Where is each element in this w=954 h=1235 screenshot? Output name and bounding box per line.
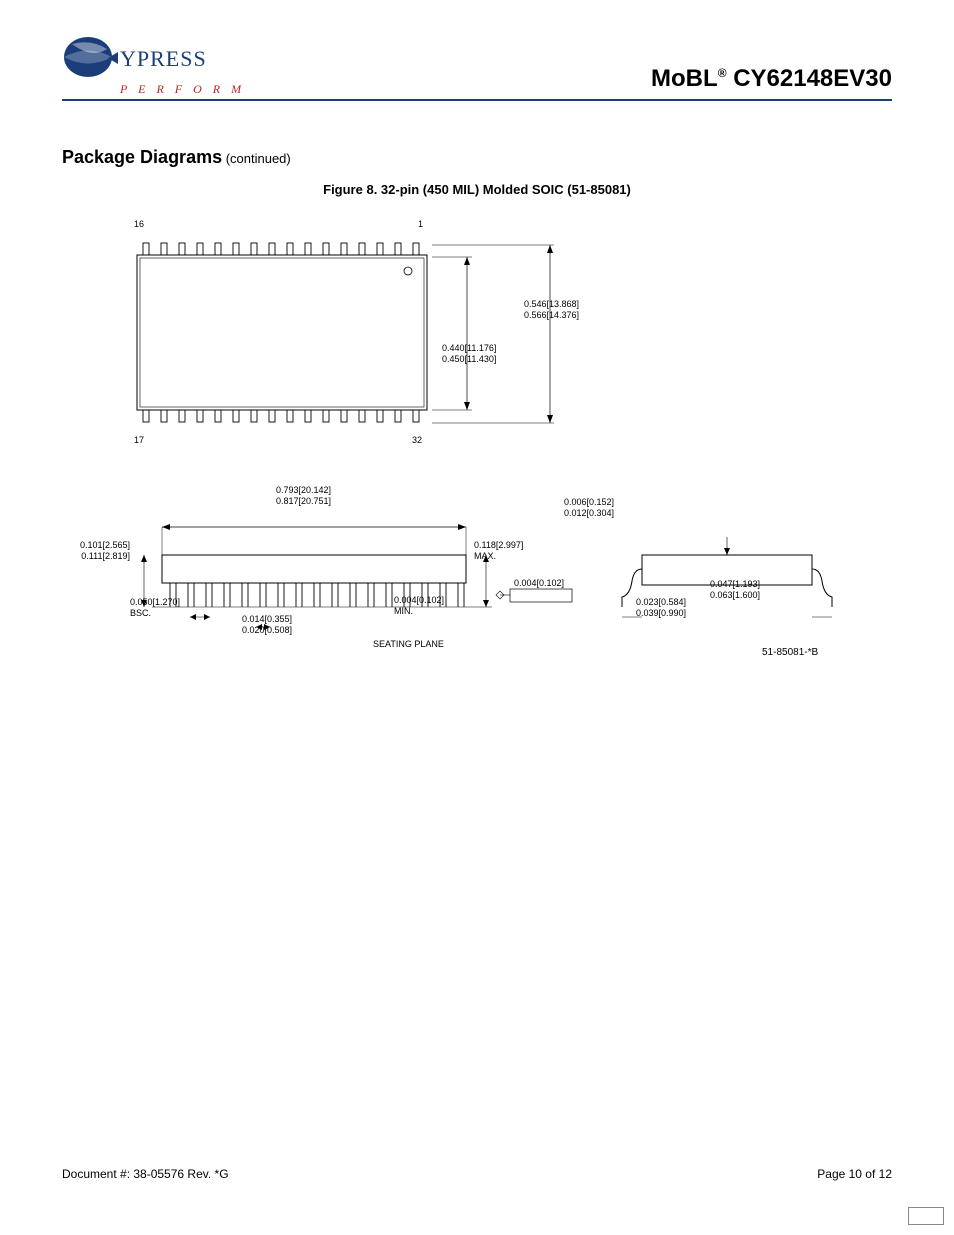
pin-17-label: 17 <box>134 435 144 446</box>
registered-icon: ® <box>718 66 727 80</box>
dim-body-width: 0.440[11.176] 0.450[11.430] <box>442 343 496 366</box>
dim-foot: 0.023[0.584] 0.039[0.990] <box>636 597 686 620</box>
brand-name: YPRESS <box>120 46 207 72</box>
drawing-revision: 51-85081-*B <box>762 647 818 660</box>
dim-overall-width: 0.546[13.868] 0.566[14.376] <box>524 299 579 322</box>
top-view-drawing <box>132 235 432 430</box>
page-footer: Document #: 38-05576 Rev. *G Page 10 of … <box>62 1167 892 1181</box>
dim-lead-thickness: 0.006[0.152] 0.012[0.304] <box>564 497 614 520</box>
pin-32-label: 32 <box>412 435 422 446</box>
seating-plane-label: SEATING PLANE <box>373 639 444 650</box>
section-continued: (continued) <box>222 151 291 166</box>
product-title: MoBL® CY62148EV30 <box>651 65 892 97</box>
corner-box <box>908 1207 944 1225</box>
section-title-text: Package Diagrams <box>62 147 222 167</box>
page-number: Page 10 of 12 <box>817 1167 892 1181</box>
brand-tagline: P E R F O R M <box>120 82 245 97</box>
title-prefix: MoBL <box>651 65 718 92</box>
dim-standoff: 0.118[2.997] MAX. <box>474 540 523 563</box>
top-view-dimensions <box>432 235 572 445</box>
brand-logo: YPRESS P E R F O R M <box>62 34 245 97</box>
dim-lead-width: 0.014[0.355] 0.020[0.508] <box>242 614 292 637</box>
package-diagram: 16 1 17 32 0.440[11.176] 0.450[11.430] 0… <box>112 217 872 737</box>
dim-length: 0.793[20.142] 0.817[20.751] <box>276 485 331 508</box>
globe-icon <box>62 34 124 84</box>
page-header: YPRESS P E R F O R M MoBL® CY62148EV30 <box>62 34 892 101</box>
document-number: Document #: 38-05576 Rev. *G <box>62 1167 229 1181</box>
pin-16-label: 16 <box>134 219 144 230</box>
figure-caption: Figure 8. 32-pin (450 MIL) Molded SOIC (… <box>62 182 892 197</box>
dim-foot-ext: 0.047[1.193] 0.063[1.600] <box>710 579 760 602</box>
dim-height: 0.101[2.565] 0.111[2.819] <box>72 540 130 563</box>
dim-flatness: 0.004[0.102] <box>514 578 564 589</box>
title-part: CY62148EV30 <box>727 65 892 92</box>
dim-coplanarity: 0.004[0.102] MIN. <box>394 595 444 618</box>
section-heading: Package Diagrams (continued) <box>62 147 892 168</box>
dim-pitch: 0.050[1.270] BSC. <box>130 597 180 620</box>
pin-1-label: 1 <box>418 219 423 230</box>
